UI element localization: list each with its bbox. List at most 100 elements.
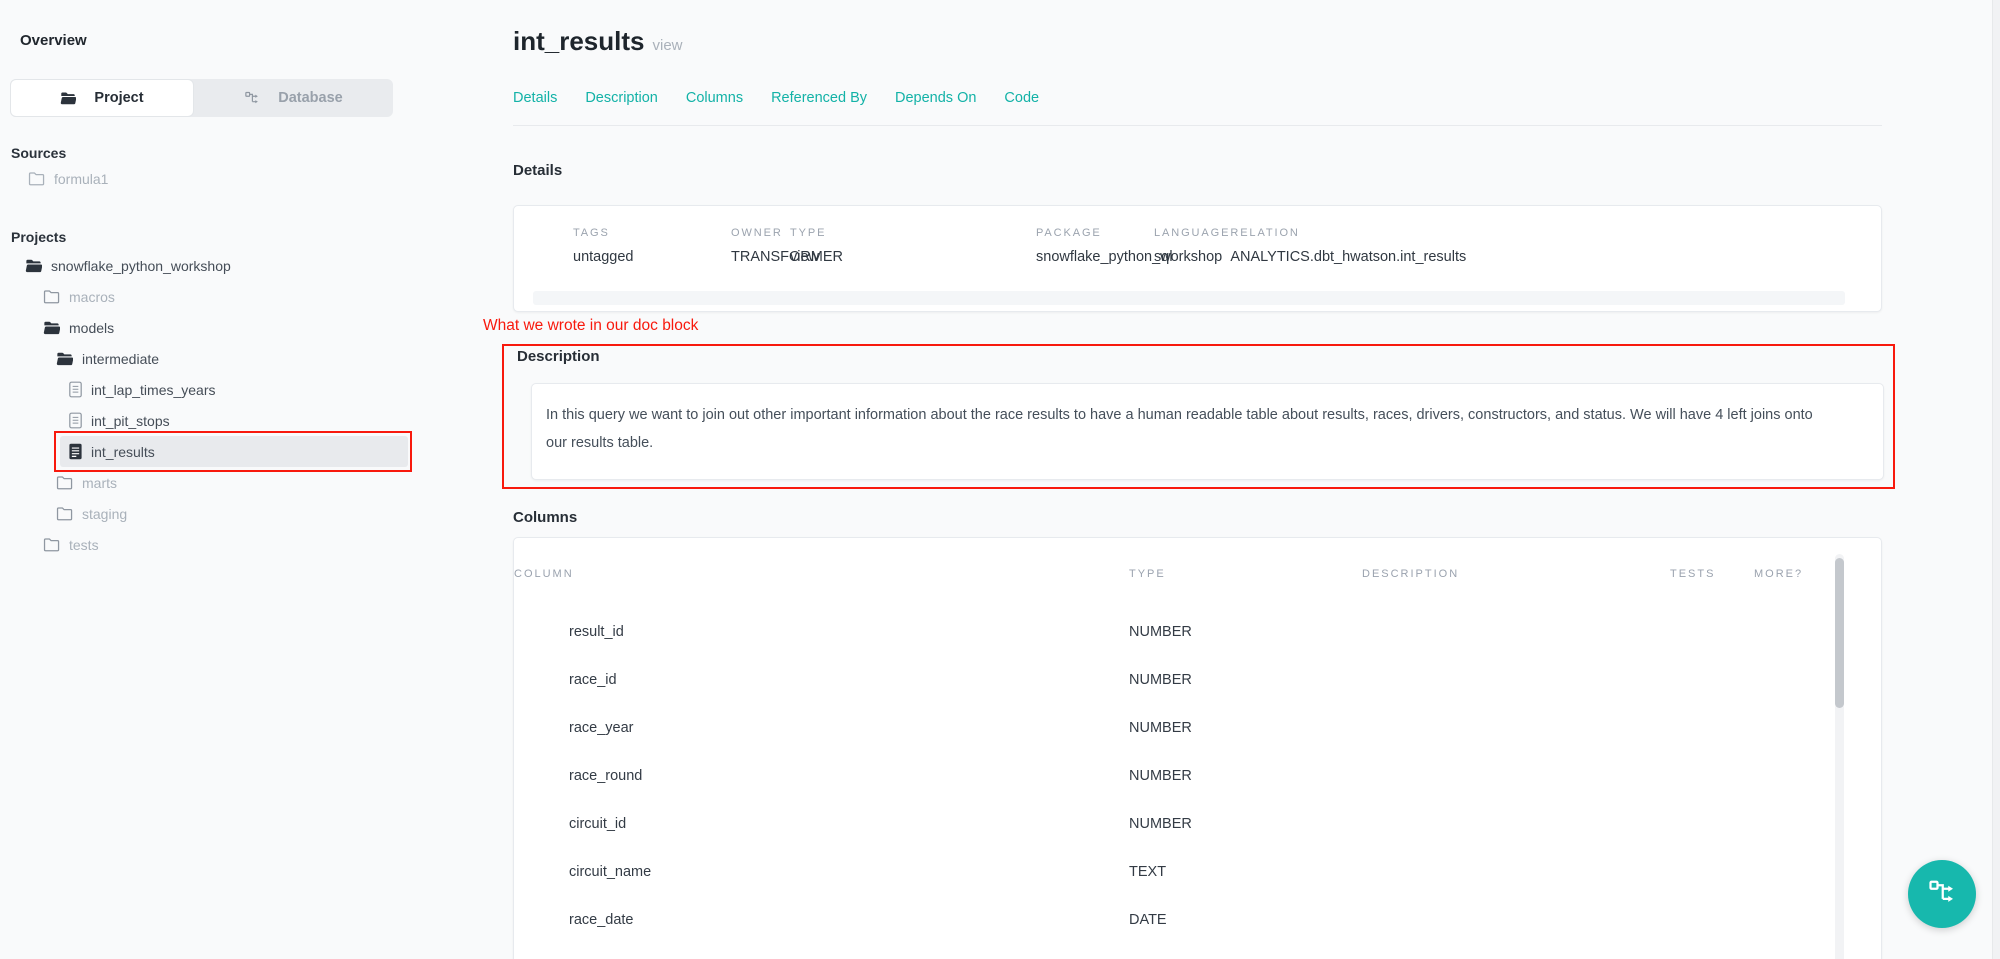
project-tree: snowflake_python_workshopmacros models int… [10,250,408,560]
tab[interactable]: Referenced By [771,90,867,106]
tab[interactable]: Depends On [895,90,976,106]
column-header: COLUMN [514,538,1129,608]
tab[interactable]: Code [1004,90,1039,106]
column-row[interactable]: circuit_name TEXT [514,848,1881,896]
columns-scrollbar-thumb[interactable] [1835,558,1844,708]
column-description-cell [1362,752,1670,800]
column-type-cell: TIME [1129,944,1362,959]
detail-field: TYPE view [790,227,1036,265]
column-row[interactable]: race_id NUMBER [514,656,1881,704]
tree-item-label: tests [69,537,99,553]
column-description-cell [1362,608,1670,656]
dbt-docs-page: Overview Project Database Sources [0,0,2000,959]
column-name-cell: race_year [514,704,1129,752]
tab-bar: Details Description Columns Referenced B… [513,90,1039,106]
folder-icon [56,351,73,366]
column-header: TYPE [1129,538,1362,608]
column-type-cell: NUMBER [1129,608,1362,656]
column-name-cell: race_id [514,656,1129,704]
column-row[interactable]: race_date DATE [514,896,1881,944]
tree-item-int_results[interactable]: int_results [60,436,408,467]
project-toggle-button[interactable]: Project [10,79,194,117]
tab[interactable]: Description [585,90,658,106]
column-header: DESCRIPTION [1362,538,1670,608]
tree-item-label: int_results [91,444,155,460]
detail-field: RELATION ANALYTICS.dbt_hwatson.int_resul… [1230,227,1466,265]
tree-item-label: intermediate [82,351,159,367]
detail-field-value: ANALYTICS.dbt_hwatson.int_results [1230,249,1466,265]
project-toggle-label: Project [94,90,143,106]
sidebar: Overview Project Database Sources [0,0,440,959]
column-description-cell [1362,944,1670,959]
detail-field-value: TRANSFORMER [731,249,790,265]
column-more-cell [1754,656,1881,704]
column-row[interactable]: circuit_id NUMBER [514,800,1881,848]
tree-item-staging[interactable]: staging [10,498,408,529]
detail-field-value: view [790,249,1036,265]
column-type-cell: TEXT [1129,848,1362,896]
column-type-cell: NUMBER [1129,800,1362,848]
column-more-cell [1754,752,1881,800]
column-description-cell [1362,896,1670,944]
column-description-cell [1362,656,1670,704]
columns-body: result_id NUMBER race_id NUMBER [514,608,1881,959]
detail-field-label: PACKAGE [1036,227,1154,239]
columns-scrollbar[interactable] [1835,554,1844,959]
details-fields: TAGS untagged OWNER TRANSFORMER TYPE vie… [514,206,1881,265]
tree-item-snowflake_python_workshop[interactable]: snowflake_python_workshop [10,250,408,281]
column-row[interactable]: result_id NUMBER [514,608,1881,656]
column-more-cell [1754,704,1881,752]
page-scrollbar[interactable] [1992,0,2000,959]
detail-field: TAGS untagged [573,227,731,265]
columns-heading: Columns [513,509,577,526]
tree-item-macros[interactable]: macros [10,281,408,312]
database-toggle-label: Database [278,90,342,106]
details-heading: Details [513,162,562,179]
description-text: In this query we want to join out other … [532,384,1883,457]
column-name-cell: race_round [514,752,1129,800]
column-type-cell: NUMBER [1129,752,1362,800]
tree-item-label: int_lap_times_years [91,382,216,398]
tree-item-intermediate[interactable]: intermediate [10,343,408,374]
column-row[interactable]: race_time TIME [514,944,1881,959]
column-tests-cell [1670,800,1754,848]
tree-item-tests[interactable]: tests [10,529,408,560]
folder-icon [25,258,42,273]
detail-field-label: LANGUAGE [1154,227,1230,239]
column-row[interactable]: race_year NUMBER [514,704,1881,752]
column-more-cell [1754,800,1881,848]
column-row[interactable]: race_round NUMBER [514,752,1881,800]
source-item[interactable]: formula1 [10,165,406,192]
tree-item-label: macros [69,289,115,305]
tree-item-models[interactable]: models [10,312,408,343]
file-icon [69,381,82,398]
lineage-icon [244,90,260,106]
detail-field: LANGUAGE sql [1154,227,1230,265]
lineage-graph-button[interactable] [1908,860,1976,928]
lineage-icon [1927,877,1957,912]
tab[interactable]: Columns [686,90,743,106]
tree-item-int_lap_times_years[interactable]: int_lap_times_years [10,374,408,405]
column-description-cell [1362,704,1670,752]
column-tests-cell [1670,848,1754,896]
column-header: MORE? [1754,538,1881,608]
column-name-cell: circuit_name [514,848,1129,896]
folder-icon [28,171,45,186]
tree-item-marts[interactable]: marts [10,467,408,498]
database-toggle-button[interactable]: Database [194,79,393,117]
tree-item-label: int_pit_stops [91,413,170,429]
folder-icon [56,506,73,521]
file-icon [69,412,82,429]
tree-item-int_pit_stops[interactable]: int_pit_stops [10,405,408,436]
tab[interactable]: Details [513,90,557,106]
column-tests-cell [1670,656,1754,704]
view-toggle: Project Database [10,79,393,117]
column-more-cell [1754,608,1881,656]
column-description-cell [1362,848,1670,896]
tab-divider [513,125,1882,126]
detail-field-value: untagged [573,249,731,265]
annotation-text: What we wrote in our doc block [483,317,698,335]
column-name-cell: result_id [514,608,1129,656]
detail-field: PACKAGE snowflake_python_workshop [1036,227,1154,265]
description-heading: Description [517,348,600,365]
